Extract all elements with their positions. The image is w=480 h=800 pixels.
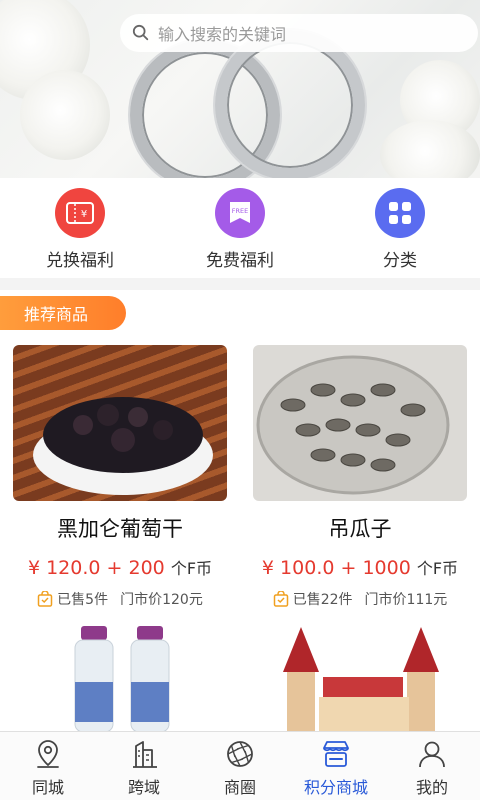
- ring-image: [215, 30, 365, 178]
- banner[interactable]: 输入搜索的关键词: [0, 0, 480, 178]
- location-pin-icon: [37, 740, 59, 768]
- quick-item-exchange-welfare[interactable]: ¥ 兑换福利: [0, 178, 160, 278]
- tab-label: 商圈: [223, 778, 256, 797]
- tab-business-circle[interactable]: 商圈: [192, 732, 288, 800]
- quick-item-category[interactable]: 分类: [320, 178, 480, 278]
- tab-label: 我的: [415, 778, 448, 797]
- section-title-tag: 推荐商品: [0, 296, 126, 330]
- price-cash: ¥ 120.0 + 200: [27, 557, 165, 579]
- svg-text:¥: ¥: [81, 209, 87, 220]
- product-image-soda-water[interactable]: [13, 622, 227, 732]
- product-image-wooden-blocks[interactable]: [253, 622, 467, 732]
- search-icon: [132, 24, 149, 41]
- ticket-icon: ¥: [55, 188, 105, 238]
- quick-label: 分类: [383, 251, 417, 271]
- price-unit: 个F币: [170, 559, 213, 578]
- quick-label: 兑换福利: [46, 251, 114, 271]
- product-card[interactable]: 吊瓜子 ¥ 100.0 + 1000 个F币 已售22件 门市价111元: [253, 345, 467, 609]
- category-grid-icon: [375, 188, 425, 238]
- product-image-raisins[interactable]: [13, 345, 227, 501]
- price-cash: ¥ 100.0 + 1000: [261, 557, 411, 579]
- search-bar[interactable]: 输入搜索的关键词: [120, 14, 478, 52]
- product-name: 黑加仑葡萄干: [57, 517, 183, 541]
- quick-label: 免费福利: [206, 251, 274, 271]
- product-image-seeds[interactable]: [253, 345, 467, 501]
- sold-count: 已售22件: [292, 592, 353, 608]
- quick-item-free-welfare[interactable]: FREE 免费福利: [160, 178, 320, 278]
- tab-local[interactable]: 同城: [0, 732, 96, 800]
- product-price: ¥ 100.0 + 1000 个F币: [253, 555, 467, 579]
- free-badge-text: FREE: [232, 207, 248, 215]
- market-price: 门市价111元: [364, 592, 448, 608]
- market-price: 门市价120元: [120, 592, 203, 608]
- free-tag-icon: FREE: [215, 188, 265, 238]
- tab-points-mall[interactable]: 积分商城: [288, 732, 384, 800]
- search-placeholder: 输入搜索的关键词: [158, 25, 287, 44]
- shopping-bag-icon: [37, 591, 53, 607]
- tab-cross-region[interactable]: 跨域: [96, 732, 192, 800]
- price-unit: 个F币: [416, 559, 459, 578]
- product-sales-info: 已售5件 门市价120元: [13, 589, 227, 609]
- bottom-tab-bar: 同城 跨域 商圈 积分商城 我的: [0, 731, 480, 800]
- product-card[interactable]: 黑加仑葡萄干 ¥ 120.0 + 200 个F币 已售5件 门市价120元: [13, 345, 227, 609]
- aperture-icon: [227, 741, 253, 767]
- section-divider: [0, 278, 480, 290]
- quick-menu: ¥ 兑换福利 FREE 免费福利 分类: [0, 178, 480, 278]
- tab-label: 跨域: [127, 778, 160, 797]
- product-name: 吊瓜子: [328, 517, 392, 541]
- tab-label: 同城: [31, 778, 64, 797]
- product-sales-info: 已售22件 门市价111元: [253, 589, 467, 609]
- user-icon: [419, 741, 445, 768]
- tab-label: 积分商城: [303, 778, 368, 797]
- store-icon: [323, 741, 349, 767]
- orchid-decoration: [20, 70, 110, 160]
- city-buildings-icon: [133, 741, 157, 768]
- sold-count: 已售5件: [57, 592, 109, 608]
- product-price: ¥ 120.0 + 200 个F币: [13, 555, 227, 579]
- tab-mine[interactable]: 我的: [384, 732, 480, 800]
- shopping-bag-icon: [273, 591, 288, 607]
